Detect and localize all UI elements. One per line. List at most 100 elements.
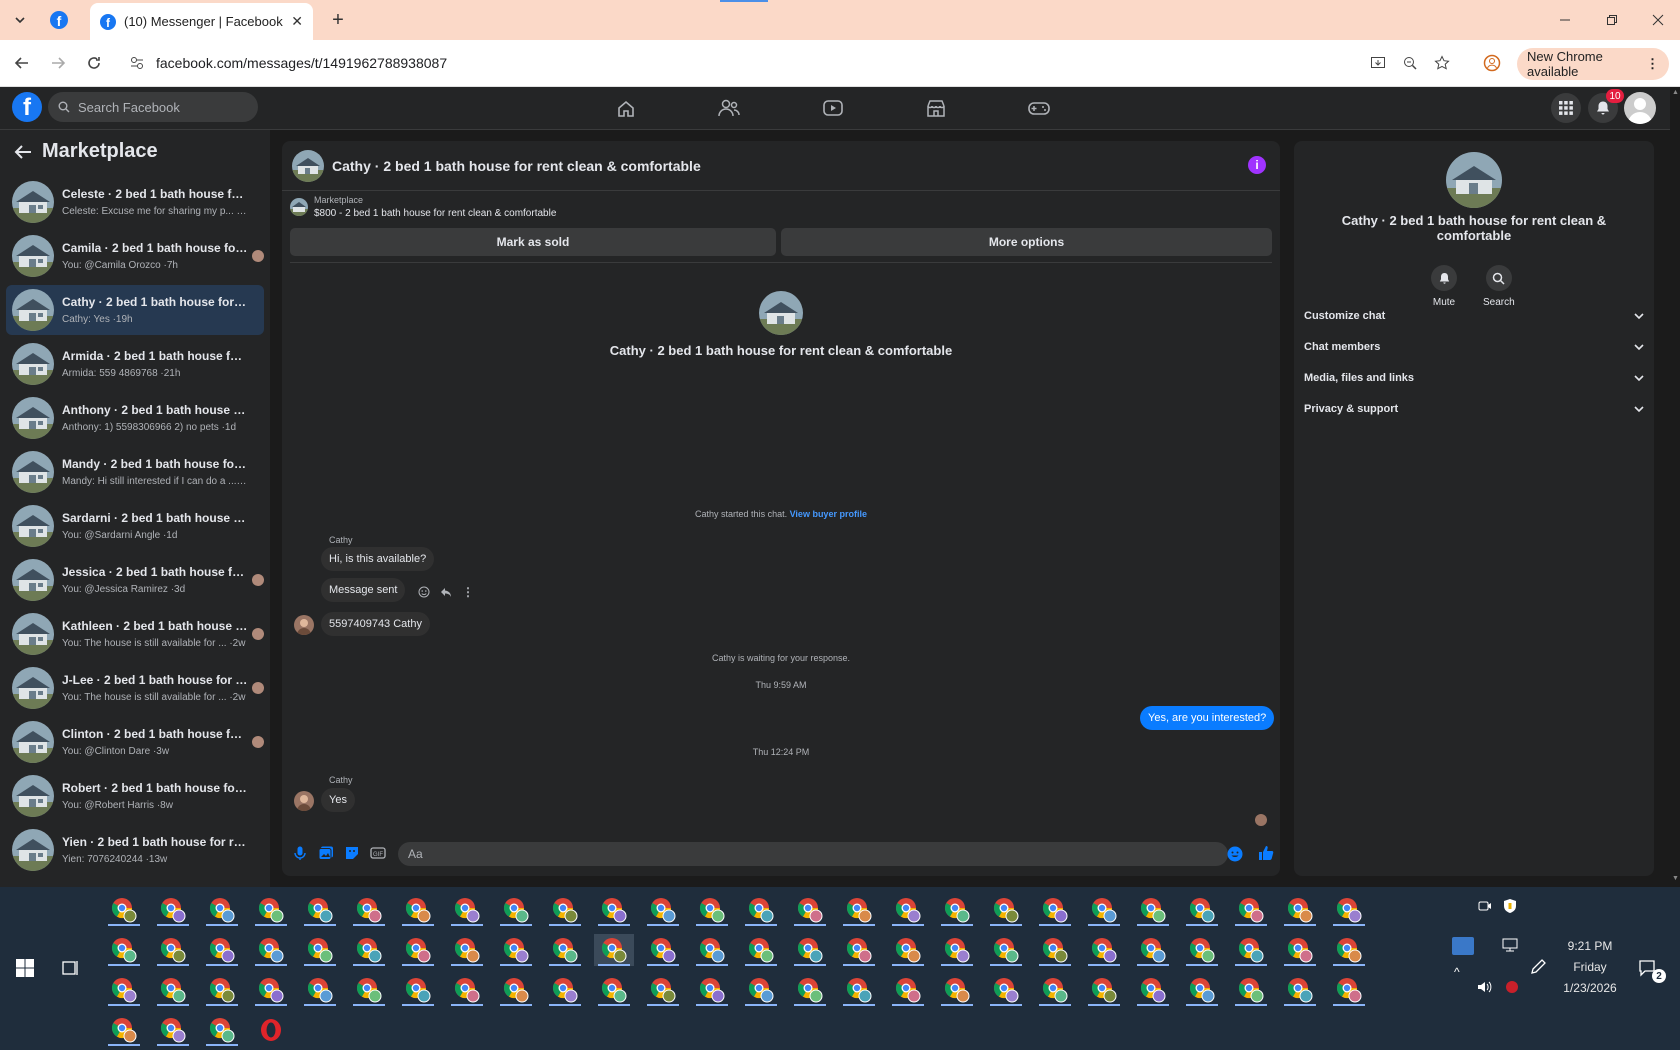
chrome-taskbar-icon[interactable]: [1133, 934, 1173, 966]
chrome-taskbar-icon[interactable]: [251, 934, 291, 966]
chrome-taskbar-icon[interactable]: [1084, 974, 1124, 1006]
chrome-taskbar-icon[interactable]: [643, 934, 683, 966]
back-icon[interactable]: [12, 53, 32, 73]
conversation-item[interactable]: Cathy · 2 bed 1 bath house for rent... Ca…: [6, 285, 264, 335]
chrome-taskbar-icon[interactable]: [692, 894, 732, 926]
sticker-icon[interactable]: [344, 845, 360, 861]
chrome-taskbar-icon[interactable]: [1231, 934, 1271, 966]
chrome-taskbar-icon[interactable]: [153, 894, 193, 926]
conversation-item[interactable]: J-Lee · 2 bed 1 bath house for re... You:…: [6, 663, 264, 713]
info-icon[interactable]: i: [1248, 156, 1266, 174]
chrome-taskbar-icon[interactable]: [545, 894, 585, 926]
chrome-taskbar-icon[interactable]: [349, 974, 389, 1006]
chrome-taskbar-icon[interactable]: [104, 894, 144, 926]
chrome-taskbar-icon[interactable]: [888, 974, 928, 1006]
active-tab[interactable]: f (10) Messenger | Facebook ✕: [90, 3, 313, 40]
close-window-icon[interactable]: [1648, 10, 1668, 30]
chrome-taskbar-icon[interactable]: [349, 894, 389, 926]
chrome-taskbar-icon[interactable]: [594, 894, 634, 926]
tray-red-icon[interactable]: [1506, 981, 1518, 993]
chrome-taskbar-icon[interactable]: [1231, 974, 1271, 1006]
conversation-item[interactable]: Armida · 2 bed 1 bath house for re... Arm…: [6, 339, 264, 389]
opera-taskbar-icon[interactable]: [251, 1014, 291, 1046]
details-section[interactable]: Customize chat: [1304, 306, 1644, 326]
chrome-taskbar-icon[interactable]: [153, 974, 193, 1006]
chrome-taskbar-icon[interactable]: [1035, 934, 1075, 966]
chrome-taskbar-icon[interactable]: [790, 974, 830, 1006]
message-bubble[interactable]: Yes: [321, 788, 355, 812]
chrome-taskbar-icon[interactable]: [1084, 934, 1124, 966]
more-options-button[interactable]: More options: [781, 228, 1272, 256]
chrome-taskbar-icon[interactable]: [594, 974, 634, 1006]
chrome-taskbar-icon[interactable]: [398, 894, 438, 926]
gaming-icon[interactable]: [1026, 97, 1052, 119]
back-arrow-icon[interactable]: [14, 144, 32, 160]
marketplace-icon[interactable]: [923, 97, 949, 119]
conversation-item[interactable]: Clinton · 2 bed 1 bath house for ... You:…: [6, 717, 264, 767]
friends-icon[interactable]: [716, 97, 742, 119]
chrome-taskbar-icon[interactable]: [1035, 894, 1075, 926]
chrome-taskbar-icon[interactable]: [888, 934, 928, 966]
conversation-item[interactable]: Jessica · 2 bed 1 bath house for r... You…: [6, 555, 264, 605]
chrome-taskbar-icon[interactable]: [300, 974, 340, 1006]
chrome-taskbar-icon[interactable]: [937, 974, 977, 1006]
restore-icon[interactable]: [1602, 10, 1622, 30]
chrome-taskbar-icon[interactable]: [545, 974, 585, 1006]
chrome-taskbar-icon[interactable]: [937, 934, 977, 966]
chrome-taskbar-icon[interactable]: [839, 894, 879, 926]
new-chrome-available-button[interactable]: New Chrome available ⋮: [1517, 48, 1669, 80]
chrome-taskbar-icon[interactable]: [839, 974, 879, 1006]
chrome-taskbar-icon[interactable]: [202, 894, 242, 926]
network-icon[interactable]: [1502, 938, 1518, 952]
chrome-taskbar-icon[interactable]: [1280, 974, 1320, 1006]
chrome-taskbar-icon[interactable]: [153, 1014, 193, 1046]
bookmark-star-icon[interactable]: [1432, 53, 1452, 73]
chrome-taskbar-icon[interactable]: [692, 974, 732, 1006]
chrome-taskbar-icon[interactable]: [1182, 934, 1222, 966]
chrome-taskbar-icon[interactable]: [1329, 934, 1369, 966]
zoom-icon[interactable]: [1400, 53, 1420, 73]
scroll-down-icon[interactable]: ▼: [1672, 875, 1679, 882]
chrome-taskbar-icon[interactable]: [496, 974, 536, 1006]
conversation-item[interactable]: Yien · 2 bed 1 bath house for rent ... Yi…: [6, 825, 264, 875]
emoji-icon[interactable]: [1227, 846, 1243, 862]
chrome-taskbar-icon[interactable]: [741, 894, 781, 926]
profile-icon[interactable]: [1482, 53, 1502, 73]
security-shield-icon[interactable]: [1502, 898, 1518, 914]
chrome-taskbar-icon[interactable]: [790, 934, 830, 966]
chrome-taskbar-icon[interactable]: [251, 974, 291, 1006]
chrome-taskbar-icon[interactable]: [986, 934, 1026, 966]
like-thumbs-up-icon[interactable]: [1258, 845, 1274, 861]
site-info-icon[interactable]: [130, 56, 144, 70]
cathy-avatar[interactable]: [294, 791, 314, 811]
details-avatar[interactable]: [1446, 152, 1502, 208]
conversation-item[interactable]: Kathleen · 2 bed 1 bath house fo... You: …: [6, 609, 264, 659]
chrome-taskbar-icon[interactable]: [741, 974, 781, 1006]
listing-avatar[interactable]: [292, 149, 324, 182]
details-section[interactable]: Media, files and links: [1304, 368, 1644, 388]
gif-icon[interactable]: GIF: [370, 845, 386, 861]
chrome-taskbar-icon[interactable]: [398, 974, 438, 1006]
chrome-taskbar-icon[interactable]: [104, 1014, 144, 1046]
facebook-search[interactable]: Search Facebook: [48, 92, 258, 122]
close-tab-icon[interactable]: ✕: [291, 13, 303, 30]
chrome-taskbar-icon[interactable]: [839, 934, 879, 966]
conversation-item[interactable]: Camila · 2 bed 1 bath house for ... You: …: [6, 231, 264, 281]
task-view-icon[interactable]: [62, 959, 80, 977]
tab-search-icon[interactable]: [10, 10, 30, 30]
message-input[interactable]: [398, 842, 1228, 866]
forward-icon[interactable]: [48, 53, 68, 73]
mark-as-sold-button[interactable]: Mark as sold: [290, 228, 776, 256]
chrome-taskbar-icon[interactable]: [447, 934, 487, 966]
conversation-item[interactable]: Anthony · 2 bed 1 bath house for r... Ant…: [6, 393, 264, 443]
microphone-icon[interactable]: [292, 845, 308, 861]
facebook-logo-icon[interactable]: f: [12, 92, 42, 122]
meet-now-icon[interactable]: [1478, 899, 1492, 913]
chrome-taskbar-icon[interactable]: [1084, 894, 1124, 926]
chrome-taskbar-icon[interactable]: [545, 934, 585, 966]
message-bubble[interactable]: 5597409743 Cathy: [321, 612, 430, 636]
chrome-taskbar-icon[interactable]: [349, 934, 389, 966]
reload-icon[interactable]: [84, 53, 104, 73]
chrome-taskbar-icon[interactable]: [496, 934, 536, 966]
search-in-chat-button[interactable]: Search: [1483, 265, 1515, 308]
